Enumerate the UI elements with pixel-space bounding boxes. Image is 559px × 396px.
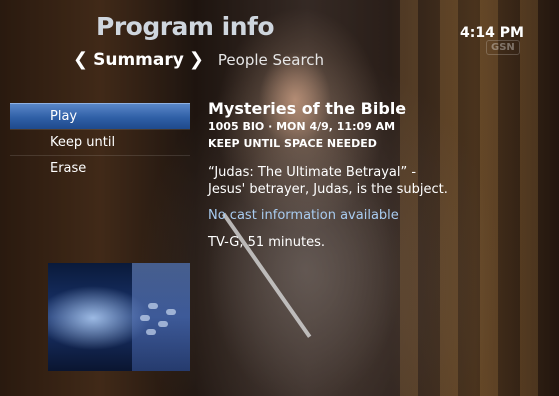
tab-summary[interactable]: Summary: [93, 50, 184, 70]
tab-people-search[interactable]: People Search: [218, 51, 324, 69]
keep-status: KEEP UNTIL SPACE NEEDED: [208, 137, 377, 150]
thumbnail-decoration: [140, 315, 150, 321]
tab-bar: ❮ Summary ❯ People Search: [73, 49, 324, 70]
program-description: “Judas: The Ultimate Betrayal” - Jesus' …: [208, 165, 448, 197]
thumbnail-decoration: [166, 309, 176, 315]
cast-info: No cast information available: [208, 208, 399, 223]
menu-item-keep-until[interactable]: Keep until: [10, 129, 190, 155]
thumbnail-decoration: [158, 321, 168, 327]
program-details: Mysteries of the Bible 1005 BIO · MON 4/…: [208, 99, 548, 250]
rating-duration: TV-G, 51 minutes.: [208, 235, 326, 250]
program-channel-time: 1005 BIO · MON 4/9, 11:09 AM: [208, 120, 396, 133]
menu-item-play[interactable]: Play: [10, 103, 190, 129]
thumbnail-decoration: [148, 303, 158, 309]
chevron-left-icon[interactable]: ❮: [73, 49, 88, 70]
thumbnail-decoration: [146, 329, 156, 335]
tv-screen: GSN Program info 4:14 PM ❮ Summary ❯ Peo…: [0, 0, 559, 396]
action-menu: Play Keep until Erase: [10, 103, 190, 181]
menu-item-erase[interactable]: Erase: [10, 155, 190, 181]
clock: 4:14 PM: [460, 25, 524, 41]
program-title: Mysteries of the Bible: [208, 99, 407, 118]
chevron-right-icon[interactable]: ❯: [189, 49, 204, 70]
page-title: Program info: [96, 12, 275, 41]
channel-watermark: GSN: [486, 40, 520, 55]
program-thumbnail: [48, 263, 190, 371]
